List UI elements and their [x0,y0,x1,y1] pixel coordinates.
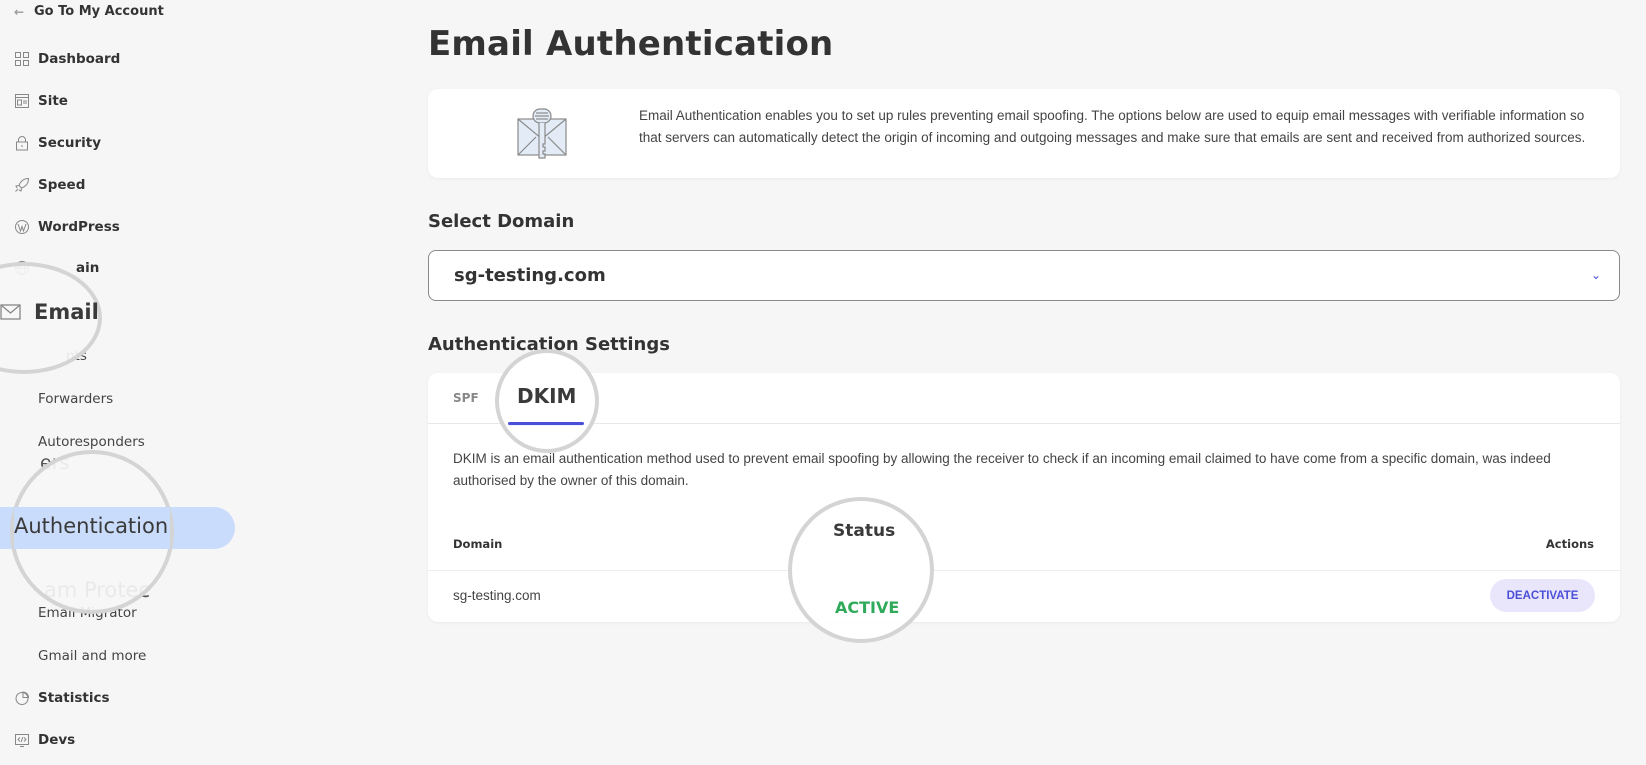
column-header-domain: Domain [453,537,503,551]
sidebar-item-site[interactable]: Site [14,93,68,109]
envelope-icon [0,304,21,320]
magnifier-overlay [788,497,934,643]
select-domain-label: Select Domain [428,211,575,232]
sidebar: ← Go To My Account Dashboard Site Securi… [0,0,260,765]
page-title: Email Authentication [428,24,834,64]
go-to-account-label: Go To My Account [34,4,164,19]
sidebar-item-label: Speed [38,177,86,193]
deactivate-button[interactable]: DEACTIVATE [1490,579,1595,612]
sidebar-subitem-autoresponders[interactable]: Autoresponders [38,434,145,450]
sidebar-item-speed[interactable]: Speed [14,177,85,193]
active-tab-underline [508,422,584,425]
domain-select-value: sg-testing.com [454,265,606,286]
sidebar-item-label: Site [38,93,68,109]
intro-card: Email Authentication enables you to set … [428,89,1620,178]
go-to-account-link[interactable]: ← Go To My Account [14,4,164,19]
dkim-description: DKIM is an email authentication method u… [453,451,1551,488]
column-header-status: Status [833,521,896,541]
lock-icon [16,136,28,151]
rocket-icon [15,177,30,192]
sidebar-item-statistics[interactable]: Statistics [14,690,110,706]
row-domain: sg-testing.com [453,588,541,603]
status-badge: ACTIVE [835,598,900,617]
sidebar-item-dashboard[interactable]: Dashboard [14,51,120,67]
sidebar-subitem-authentication[interactable]: Authentication [14,514,168,538]
sidebar-item-label: WordPress [38,219,120,235]
intro-description: Email Authentication enables you to set … [639,108,1586,145]
domain-select[interactable]: sg-testing.com ⌄ [428,250,1620,301]
email-key-icon [517,108,567,159]
sidebar-item-label: Devs [38,732,76,748]
sidebar-item-security[interactable]: Security [14,135,101,151]
sidebar-subitem-gmail[interactable]: Gmail and more [38,648,146,664]
grid-icon [15,52,29,66]
table-divider [428,570,1620,571]
sidebar-item-wordpress[interactable]: WordPress [14,219,120,235]
sidebar-subitem-forwarders[interactable]: Forwarders [38,391,113,407]
sidebar-item-label: ain [76,260,100,276]
tab-spf[interactable]: SPF [453,373,483,424]
sidebar-item-label: Security [38,135,102,151]
sidebar-item-email[interactable]: Email [0,300,99,324]
arrow-left-icon: ← [14,4,25,19]
tab-dkim-label[interactable]: DKIM [517,384,576,408]
column-header-actions: Actions [1545,537,1594,551]
authentication-settings-card: SPF DKIM DKIM is an email authentication… [428,349,1620,643]
auth-tabs: SPF [428,373,1620,426]
sidebar-item-devs[interactable]: Devs [14,732,75,748]
chevron-down-icon: ⌄ [1590,268,1601,282]
sidebar-item-label: Dashboard [38,51,121,67]
pie-chart-icon [15,691,30,705]
sidebar-item-label: Statistics [38,690,110,706]
sidebar-item-label: Email [34,300,99,324]
code-icon [15,734,29,747]
wordpress-icon [15,220,29,234]
site-icon [15,94,29,108]
